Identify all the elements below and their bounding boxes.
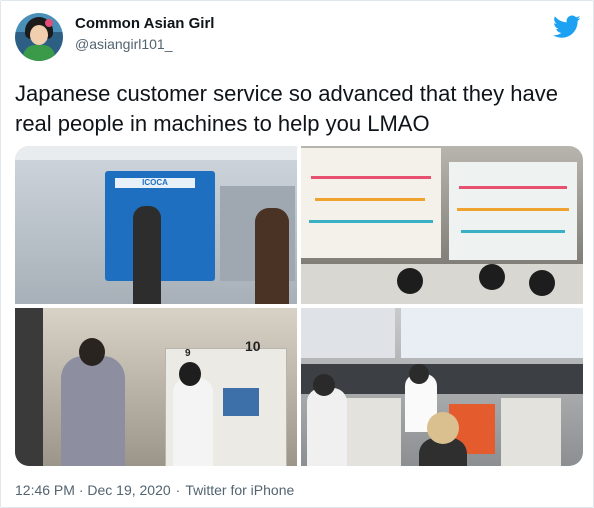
author-handle[interactable]: @asiangirl101_	[75, 36, 173, 52]
author-name[interactable]: Common Asian Girl	[75, 15, 214, 32]
source-link[interactable]: Twitter for iPhone	[185, 482, 294, 498]
photo-4[interactable]	[301, 308, 583, 466]
photo-2[interactable]	[301, 146, 583, 304]
photo-3[interactable]: 9 10	[15, 308, 297, 466]
machine-number-9: 9	[185, 348, 191, 359]
tweet-card: Common Asian Girl @asiangirl101_ Japanes…	[0, 0, 594, 508]
tweet-text: Japanese customer service so advanced th…	[15, 81, 558, 136]
timestamp[interactable]: 12:46 PM · Dec 19, 2020	[15, 482, 171, 498]
tweet-meta: 12:46 PM · Dec 19, 2020 · Twitter for iPho…	[15, 482, 295, 498]
icoca-sign: ICOCA	[115, 178, 195, 188]
photo-1[interactable]: ICOCA	[15, 146, 297, 304]
media-grid: ICOCA 9 10	[15, 146, 583, 466]
avatar[interactable]	[15, 13, 63, 61]
twitter-bird-icon[interactable]	[553, 15, 581, 39]
machine-number-10: 10	[245, 338, 261, 354]
